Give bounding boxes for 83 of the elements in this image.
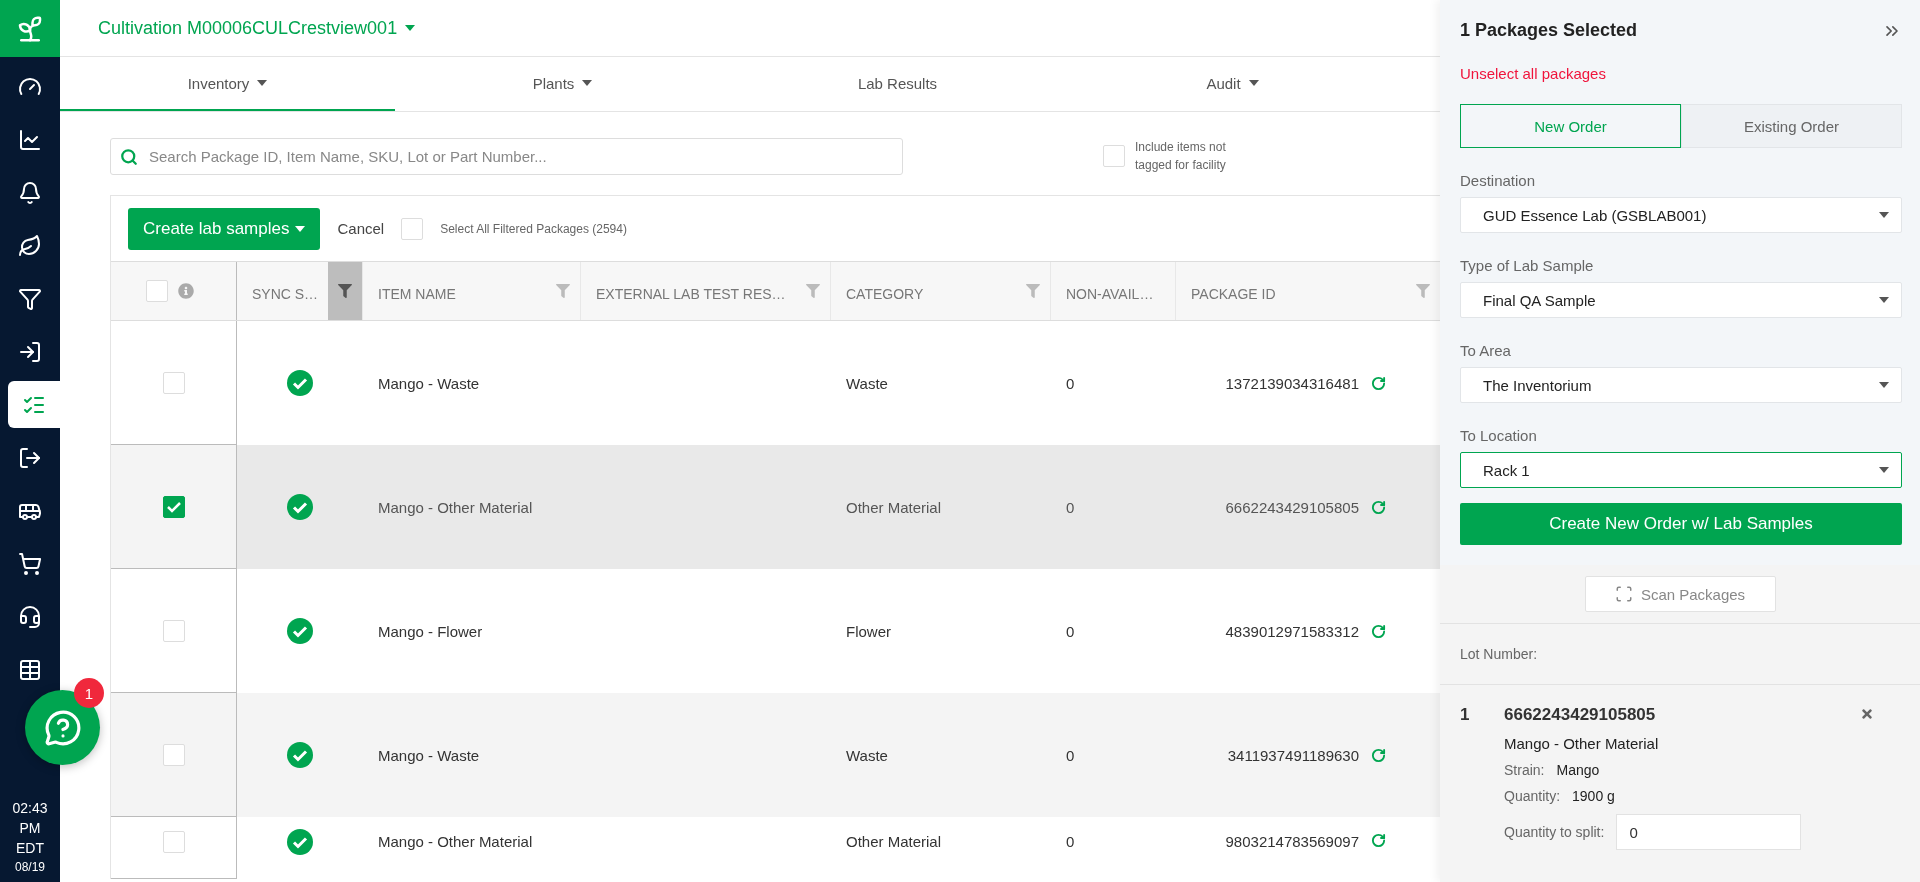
- package-id-cell: 1372139034316481: [1225, 375, 1359, 392]
- column-header: CATEGORY: [846, 285, 925, 302]
- field-label: To Location: [1460, 427, 1538, 444]
- split-quantity-field[interactable]: 0: [1616, 814, 1802, 850]
- item-name-cell: Mango - Waste: [378, 747, 480, 764]
- detail-label: Strain:: [1504, 762, 1545, 778]
- item-name-cell: Mango - Other Material: [378, 499, 533, 516]
- split-label: Quantity to split:: [1504, 824, 1605, 840]
- checkbox[interactable]: [162, 495, 185, 518]
- clock-zone: EDT: [16, 840, 44, 856]
- question-bubble-icon: [43, 708, 82, 747]
- category-cell: Waste: [846, 375, 888, 392]
- category-cell: Other Material: [846, 833, 942, 850]
- checklist-icon[interactable]: [8, 381, 60, 428]
- field-label: To Area: [1460, 342, 1512, 359]
- refresh-icon[interactable]: [1371, 748, 1386, 763]
- category-cell: Waste: [846, 747, 888, 764]
- filter-icon[interactable]: [328, 262, 362, 320]
- non-available-cell: 0: [1066, 747, 1075, 764]
- scan-icon: [1614, 585, 1633, 603]
- package-id-cell: 3411937491189630: [1227, 747, 1359, 764]
- caret-icon: [1879, 212, 1889, 218]
- select-field[interactable]: Rack 1: [1460, 452, 1902, 488]
- table-row[interactable]: Mango - Other Material Other Material 0 6662243429105805: [111, 445, 1440, 569]
- item-name-cell: Mango - Waste: [378, 375, 480, 392]
- search-field[interactable]: Search Package ID, Item Name, SKU, Lot or Part Number...: [110, 137, 903, 175]
- column-header: NON-AVAIL…: [1066, 285, 1155, 302]
- caret-icon: [405, 25, 416, 31]
- select-field[interactable]: The Inventorium: [1460, 367, 1902, 403]
- order-mode-tab[interactable]: Existing Order: [1681, 104, 1902, 148]
- package-id: 6662243429105805: [1504, 705, 1657, 725]
- refresh-icon[interactable]: [1371, 500, 1386, 515]
- caret-icon: [1879, 467, 1889, 473]
- select-field[interactable]: GUD Essence Lab (GSBLAB001): [1460, 197, 1902, 233]
- item-name-cell: Mango - Flower: [378, 623, 483, 640]
- caret-icon: [1879, 297, 1889, 303]
- refresh-icon[interactable]: [1371, 376, 1386, 391]
- refresh-icon[interactable]: [1371, 833, 1386, 848]
- non-available-cell: 0: [1066, 499, 1075, 516]
- package-index: 1: [1460, 705, 1471, 726]
- notification-badge: 1: [74, 678, 104, 708]
- nav-tab[interactable]: Plants: [395, 57, 730, 111]
- detail-value: Mango: [1556, 762, 1600, 778]
- include-untagged-label: Include items not tagged for facility: [1135, 139, 1227, 174]
- search-icon: [120, 147, 138, 166]
- table-row[interactable]: Mango - Waste Waste 0 3411937491189630: [111, 693, 1440, 817]
- clock-date: 08/19: [14, 860, 45, 874]
- clock-time: 02:43: [12, 800, 48, 816]
- package-id-cell: 4839012971583312: [1225, 623, 1359, 640]
- clock-meridiem: PM: [19, 820, 41, 836]
- item-name-cell: Mango - Other Material: [378, 833, 533, 850]
- caret-icon: [1879, 382, 1889, 388]
- lot-number-label: Lot Number:: [1460, 646, 1538, 662]
- info-icon: [178, 283, 194, 299]
- detail-value: 1900 g: [1572, 788, 1615, 804]
- column-header: EXTERNAL LAB TEST RES…: [596, 285, 786, 302]
- non-available-cell: 0: [1066, 623, 1075, 640]
- field-label: Destination: [1460, 172, 1537, 189]
- nav-tab[interactable]: Audit: [1065, 57, 1400, 111]
- package-name: Mango - Other Material: [1504, 735, 1660, 752]
- nav-tab[interactable]: Inventory: [60, 57, 395, 111]
- caret-icon: [295, 225, 306, 232]
- column-header: ITEM NAME: [378, 285, 457, 302]
- scan-packages-button[interactable]: Scan Packages: [1584, 576, 1776, 612]
- nav-tab[interactable]: Lab Results: [730, 57, 1065, 111]
- column-header: PACKAGE ID: [1191, 285, 1277, 302]
- field-label: Type of Lab Sample: [1460, 257, 1595, 274]
- non-available-cell: 0: [1066, 833, 1075, 850]
- category-cell: Flower: [846, 623, 891, 640]
- check-icon: [166, 500, 181, 513]
- sprout-logo[interactable]: [0, 0, 60, 57]
- cancel-button[interactable]: Cancel: [337, 220, 385, 237]
- column-header: SYNC S…: [252, 285, 319, 302]
- select-field[interactable]: Final QA Sample: [1460, 282, 1902, 318]
- refresh-icon[interactable]: [1371, 624, 1386, 639]
- unselect-all-link[interactable]: Unselect all packages: [1460, 65, 1902, 82]
- package-id-cell: 6662243429105805: [1225, 499, 1359, 516]
- detail-label: Quantity:: [1504, 788, 1561, 804]
- package-id-cell: 9803214783569097: [1225, 833, 1359, 850]
- non-available-cell: 0: [1066, 375, 1075, 392]
- category-cell: Other Material: [846, 499, 942, 516]
- select-all-label: Select All Filtered Packages (2594): [440, 221, 627, 236]
- panel-title: 1 Packages Selected: [1460, 20, 1638, 41]
